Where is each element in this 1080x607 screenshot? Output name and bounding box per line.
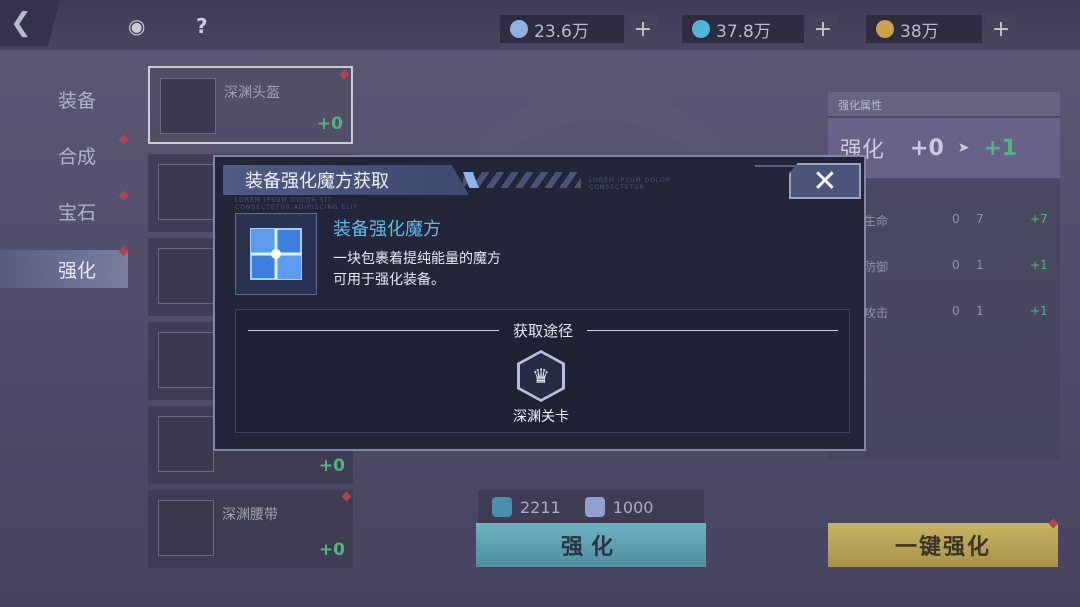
gem-icon [510,20,528,38]
notification-dot [118,134,129,145]
item-description: 一块包裹着提纯能量的魔方 可用于强化装备。 [333,249,653,291]
settings-icon[interactable]: ◉ [128,14,145,38]
stat-to: 1 [976,258,984,272]
stat-bonus: +7 [1030,212,1048,226]
currency-gem-value: 23.6万 [534,21,589,42]
next-level: +1 [983,135,1018,161]
tab-label: 装备 [58,89,97,112]
tab-label: 合成 [58,145,97,168]
item-source-dialog: 装备强化魔方获取 LOREM IPSUM DOLOR SIT CONSECTET… [213,155,866,451]
equipment-level: +0 [318,456,345,476]
equipment-item[interactable]: 深渊腰带 +0 [148,490,353,568]
notification-dot [118,190,129,201]
currency-crystal-value: 37.8万 [716,21,771,42]
notification-dot [339,69,350,80]
item-desc-line: 一块包裹着提纯能量的魔方 [333,251,501,267]
item-icon-frame [235,213,317,295]
acquisition-title: 获取途径 [513,321,574,340]
divider [587,329,839,331]
tab-synthesis[interactable]: 合成 [0,134,129,174]
gem-icon [584,497,605,517]
title-stripes-decoration [463,172,581,188]
belt-icon [158,500,214,556]
currency-crystal: 37.8万 + [682,14,838,44]
stat-to: 1 [976,304,984,318]
stat-from: 0 [952,258,960,272]
acquisition-section: 获取途径 ♛ 深渊关卡 [235,309,850,433]
gold-icon [876,20,894,38]
equipment-name: 深渊头盔 [224,85,280,101]
weapon-icon [158,164,214,220]
currency-gem: 23.6万 + [500,14,658,44]
cube-icon [250,228,302,280]
tab-enhance[interactable]: 强化 [0,246,129,288]
stat-bonus: +1 [1030,304,1048,318]
currency-gold-value: 38万 [900,21,939,42]
stat-bonus: +1 [1030,258,1048,272]
armor-icon [158,332,214,388]
add-crystal-button[interactable]: + [808,15,838,43]
one-key-enhance-button[interactable]: 一键强化 [828,523,1058,567]
dialog-title: 装备强化魔方获取 [223,165,469,195]
source-abyss-stage[interactable]: ♛ 深渊关卡 [504,350,578,425]
enhance-button[interactable]: 强化 [476,523,706,567]
cost-crystal-value: 2211 [520,497,561,517]
item-name: 装备强化魔方 [333,219,441,240]
currency-gold: 38万 + [866,14,1016,44]
stat-row: 额外攻击 0 1 +1 [840,304,1050,326]
source-label: 深渊关卡 [513,409,569,425]
sidebar: 装备 合成 宝石 强化 [0,60,129,607]
stat-from: 0 [952,304,960,318]
decor-text: LOREM IPSUM DOLOR SIT CONSECTETUR ADIPIS… [235,197,359,211]
helmet-icon [160,78,216,134]
divider [248,329,499,331]
pants-icon [158,248,214,304]
acquisition-header: 获取途径 [248,320,839,340]
stat-to: 7 [976,212,984,226]
equipment-level: +0 [318,540,345,560]
close-button[interactable]: ✕ [789,163,861,199]
help-button[interactable]: ? [196,14,208,38]
hex-frame: ♛ [517,350,565,402]
current-level: +0 [910,135,944,161]
stat-row: 额外生命 0 7 +7 [840,212,1050,234]
crystal-icon [692,20,710,38]
cost-gem-value: 1000 [612,497,654,517]
notification-dot [341,491,352,502]
arrow-right-icon: ➤ [957,140,970,156]
back-button[interactable]: ❮ [0,0,60,46]
add-gem-button[interactable]: + [628,15,658,43]
jacket-icon [158,416,214,472]
crystal-icon [492,497,512,517]
stats-header: 强化属性 [828,92,1060,116]
add-gold-button[interactable]: + [986,15,1016,43]
item-desc-line: 可用于强化装备。 [333,272,445,288]
stat-row: 额外防御 0 1 +1 [840,258,1050,280]
decor-text: LOREM IPSUM DOLOR CONSECTETUR [589,177,671,191]
tab-gems[interactable]: 宝石 [0,190,129,230]
close-icon: ✕ [812,163,838,199]
stat-from: 0 [952,212,960,226]
abyss-stage-icon: ♛ [520,353,562,399]
tab-equipment[interactable]: 装备 [0,80,128,118]
equipment-level: +0 [316,114,343,134]
back-arrow-icon: ❮ [10,8,32,38]
top-bar: ❮ ◉ ? 23.6万 + 37.8万 + 38万 + [0,0,1080,50]
equipment-name: 深渊腰带 [222,507,278,523]
tab-label: 强化 [58,259,97,282]
tab-label: 宝石 [58,201,97,224]
notification-dot [118,246,129,257]
equipment-item[interactable]: 深渊头盔 +0 [148,66,353,144]
cost-bar: 2211 1000 [478,490,704,524]
